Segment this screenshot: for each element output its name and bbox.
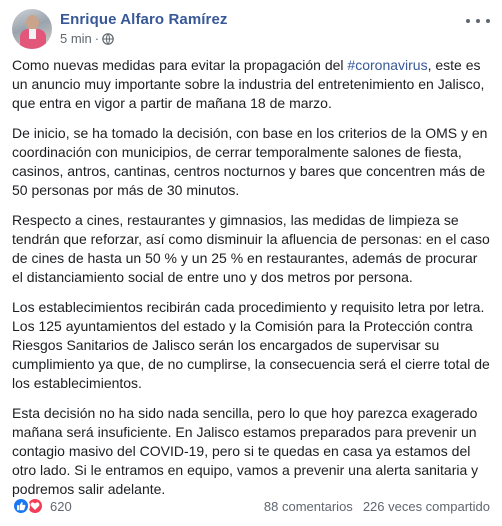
author-name[interactable]: Enrique Alfaro Ramírez bbox=[60, 10, 228, 29]
more-options-icon[interactable] bbox=[466, 13, 490, 29]
comments-count[interactable]: 88 comentarios bbox=[264, 499, 353, 514]
reactions-count: 620 bbox=[50, 498, 72, 514]
author-avatar[interactable] bbox=[12, 9, 52, 49]
shares-count[interactable]: 226 veces compartido bbox=[363, 499, 490, 514]
post-text: Como nuevas medidas para evitar la propa… bbox=[12, 56, 492, 510]
reactions-summary[interactable]: 620 bbox=[12, 497, 72, 515]
hashtag-link[interactable]: #coronavirus bbox=[347, 57, 427, 73]
post-paragraph-3: Respecto a cines, restaurantes y gimnasi… bbox=[12, 212, 490, 285]
post-paragraph-4: Los establecimientos recibirán cada proc… bbox=[12, 299, 490, 391]
facebook-post: Enrique Alfaro Ramírez 5 min · Como nuev… bbox=[0, 0, 502, 526]
post-paragraph-5: Esta decisión no ha sido nada sencilla, … bbox=[12, 405, 479, 497]
post-meta: Enrique Alfaro Ramírez 5 min · bbox=[60, 10, 228, 49]
post-header: Enrique Alfaro Ramírez 5 min · bbox=[12, 9, 490, 49]
post-timestamp[interactable]: 5 min bbox=[60, 30, 92, 48]
post-paragraph-2: De inicio, se ha tomado la decisión, con… bbox=[12, 125, 488, 198]
engagement-stats: 88 comentarios 226 veces compartido bbox=[264, 499, 490, 514]
globe-icon[interactable] bbox=[102, 33, 114, 45]
post-paragraph-1: Como nuevas medidas para evitar la propa… bbox=[12, 57, 485, 111]
post-subline: 5 min · bbox=[60, 30, 228, 48]
separator-dot: · bbox=[94, 31, 100, 46]
post-footer: 620 88 comentarios 226 veces compartido bbox=[12, 496, 490, 516]
like-icon bbox=[12, 497, 30, 515]
